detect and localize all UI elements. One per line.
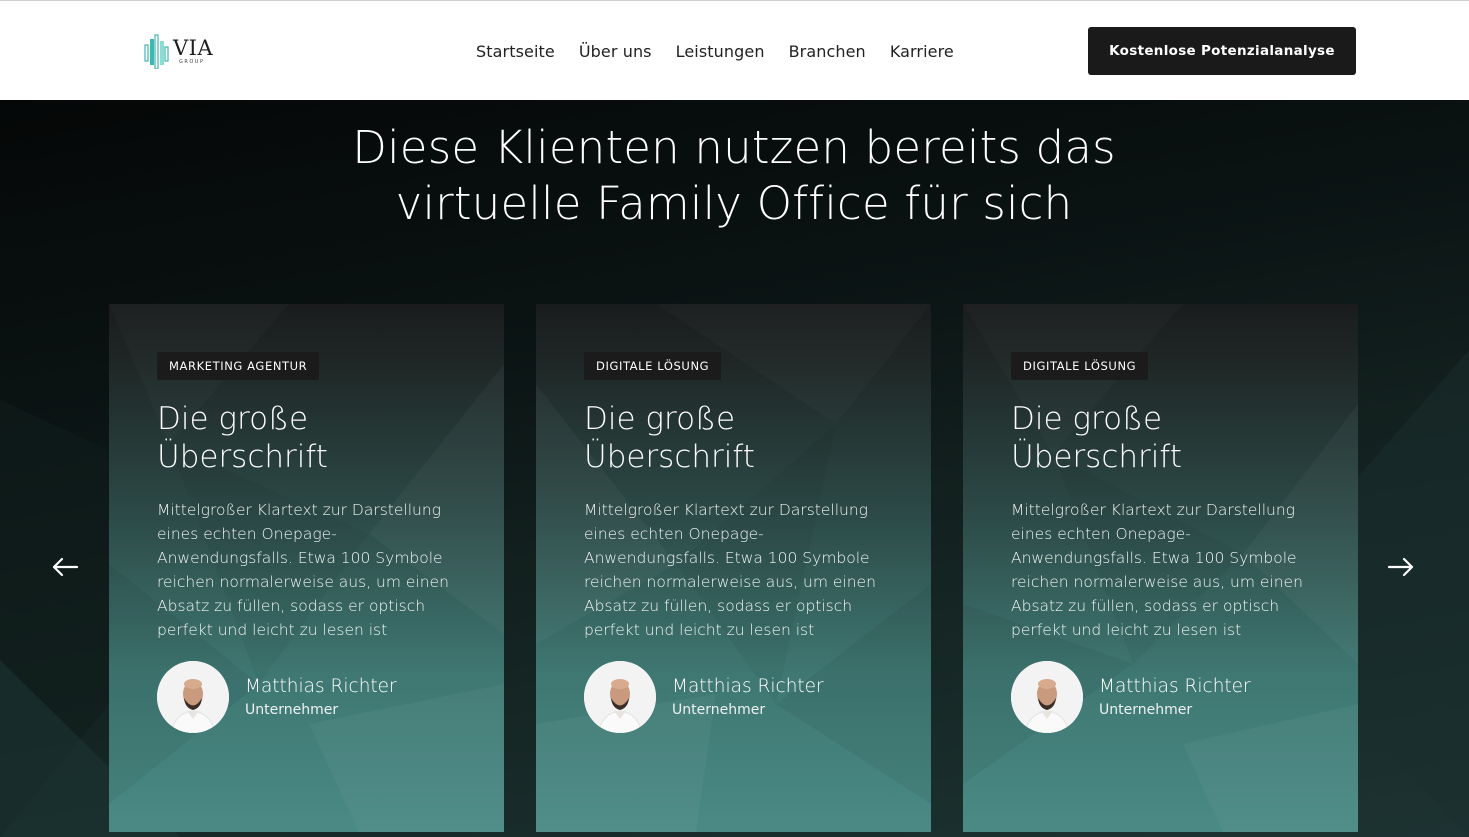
card-title-line-2: Überschrift <box>1011 439 1182 475</box>
section-heading-line-1: Diese Klienten nutzen bereits das <box>352 121 1116 174</box>
category-badge: DIGITALE LÖSUNG <box>584 352 722 380</box>
testimonial-card: MARKETING AGENTUR Die große Überschrift … <box>109 304 504 832</box>
author-name: Matthias Richter <box>1099 675 1251 697</box>
author-role: Unternehmer <box>1099 701 1193 718</box>
author-name: Matthias Richter <box>245 675 397 697</box>
via-group-logo[interactable]: VIA GROUP <box>144 32 224 70</box>
nav-link-startseite[interactable]: Startseite <box>476 42 555 61</box>
category-badge: MARKETING AGENTUR <box>157 352 320 380</box>
logo-mark-icon <box>144 34 169 69</box>
card-author: Matthias Richter Unternehmer <box>584 661 824 733</box>
card-body-text: Mittelgroßer Klartext zur Darstellung ei… <box>157 501 449 639</box>
card-title-line-1: Die große <box>584 401 736 437</box>
card-body-text: Mittelgroßer Klartext zur Darstellung ei… <box>584 501 876 639</box>
author-info: Matthias Richter Unternehmer <box>1099 675 1251 720</box>
author-name: Matthias Richter <box>672 675 824 697</box>
nav-link-ueber-uns[interactable]: Über uns <box>579 42 652 61</box>
clients-section: Diese Klienten nutzen bereits das virtue… <box>0 100 1469 837</box>
avatar <box>157 661 229 733</box>
card-body-text: Mittelgroßer Klartext zur Darstellung ei… <box>1011 501 1303 639</box>
card-title: Die große Überschrift <box>157 400 477 476</box>
card-author: Matthias Richter Unternehmer <box>1011 661 1251 733</box>
nav-link-karriere[interactable]: Karriere <box>890 42 954 61</box>
main-nav: Startseite Über uns Leistungen Branchen … <box>476 39 978 63</box>
testimonial-card: DIGITALE LÖSUNG Die große Überschrift Mi… <box>963 304 1358 832</box>
card-author: Matthias Richter Unternehmer <box>157 661 397 733</box>
section-heading-line-2: virtuelle Family Office für sich <box>395 177 1073 230</box>
card-title-line-2: Überschrift <box>157 439 328 475</box>
avatar <box>584 661 656 733</box>
person-portrait-icon <box>157 661 229 733</box>
section-heading: Diese Klienten nutzen bereits das virtue… <box>284 120 1184 232</box>
person-portrait-icon <box>1011 661 1083 733</box>
card-title-line-2: Überschrift <box>584 439 755 475</box>
arrow-left-icon <box>52 557 79 577</box>
potential-analysis-button[interactable]: Kostenlose Potenzialanalyse <box>1088 27 1356 75</box>
card-title-line-1: Die große <box>1011 401 1163 437</box>
carousel-prev-button[interactable] <box>49 551 81 583</box>
logo-main-text: VIA <box>173 35 214 60</box>
logo-wordmark: VIA GROUP <box>173 35 214 65</box>
card-title: Die große Überschrift <box>584 400 904 476</box>
author-role: Unternehmer <box>245 701 339 718</box>
top-navigation-bar: VIA GROUP Startseite Über uns Leistungen… <box>0 0 1469 100</box>
author-info: Matthias Richter Unternehmer <box>672 675 824 720</box>
avatar <box>1011 661 1083 733</box>
testimonial-card: DIGITALE LÖSUNG Die große Überschrift Mi… <box>536 304 931 832</box>
nav-link-branchen[interactable]: Branchen <box>789 42 866 61</box>
carousel-next-button[interactable] <box>1385 551 1417 583</box>
nav-link-leistungen[interactable]: Leistungen <box>676 42 765 61</box>
card-title-line-1: Die große <box>157 401 309 437</box>
logo-sub-text: GROUP <box>179 58 205 65</box>
card-title: Die große Überschrift <box>1011 400 1331 476</box>
arrow-right-icon <box>1387 557 1414 577</box>
author-role: Unternehmer <box>672 701 766 718</box>
category-badge: DIGITALE LÖSUNG <box>1011 352 1149 380</box>
author-info: Matthias Richter Unternehmer <box>245 675 397 720</box>
person-portrait-icon <box>584 661 656 733</box>
